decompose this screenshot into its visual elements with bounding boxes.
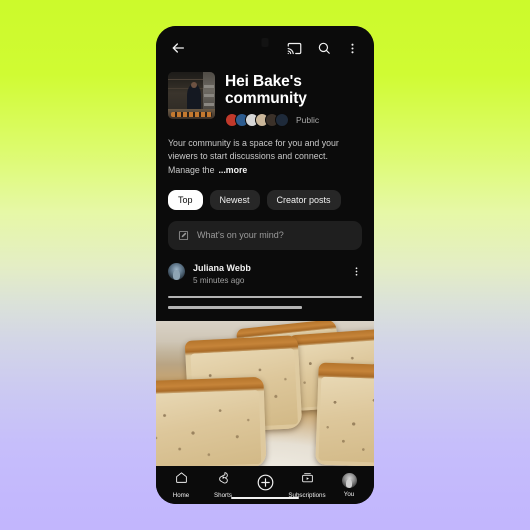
post-header: Juliana Webb 5 minutes ago — [168, 262, 362, 285]
post-author-meta: Juliana Webb 5 minutes ago — [193, 263, 351, 285]
shorts-icon — [217, 471, 230, 489]
post-timestamp: 5 minutes ago — [193, 275, 245, 285]
show-more-link[interactable]: ...more — [218, 165, 247, 175]
app-bar-overflow-icon[interactable] — [340, 36, 364, 60]
search-icon[interactable] — [312, 36, 336, 60]
community-profile-header: Hei Bake's community Public — [156, 70, 374, 127]
post-placeholder-line-1 — [168, 295, 362, 299]
nav-label-shorts: Shorts — [214, 492, 232, 499]
post-body-placeholder — [168, 295, 362, 309]
community-description[interactable]: Your community is a space for you and yo… — [156, 127, 374, 178]
member-avatar-6 — [275, 112, 289, 127]
visibility-label: Public — [296, 114, 320, 125]
screenshot-stage: Hei Bake's community Public Your communi… — [0, 0, 530, 530]
community-description-text: Your community is a space for you and yo… — [168, 137, 339, 175]
channel-thumbnail[interactable] — [168, 72, 215, 119]
phone-screen: Hei Bake's community Public Your communi… — [156, 26, 374, 504]
you-avatar-icon — [341, 472, 357, 488]
filter-chip-newest[interactable]: Newest — [209, 189, 260, 210]
thumbnail-bread-loaves — [170, 111, 213, 117]
nav-item-home[interactable]: Home — [160, 471, 202, 499]
member-facepile[interactable] — [225, 112, 289, 127]
community-title: Hei Bake's community — [225, 73, 307, 108]
post-composer[interactable]: What's on your mind? — [168, 220, 362, 250]
filter-chip-top[interactable]: Top — [168, 189, 203, 210]
home-gesture-bar — [231, 496, 299, 499]
compose-pencil-icon — [178, 230, 189, 241]
post-author-avatar[interactable] — [168, 262, 185, 280]
nav-item-create[interactable] — [244, 473, 286, 497]
profile-text-block: Hei Bake's community Public — [225, 72, 362, 127]
home-icon — [175, 471, 188, 489]
post-media-image[interactable] — [156, 320, 374, 466]
nav-label-home: Home — [172, 492, 190, 499]
bread-slice-right — [315, 362, 374, 466]
post-overflow-icon[interactable] — [351, 264, 362, 282]
nav-item-you[interactable]: You — [328, 472, 370, 498]
profile-meta-row: Public — [225, 112, 362, 127]
cast-icon[interactable] — [282, 36, 306, 60]
back-arrow-icon[interactable] — [166, 36, 190, 60]
nav-item-shorts[interactable]: Shorts — [202, 471, 244, 499]
create-plus-icon — [256, 473, 275, 497]
thumbnail-person-body — [186, 84, 201, 111]
post-author-name[interactable]: Juliana Webb — [193, 263, 351, 273]
nav-item-subscriptions[interactable]: Subscriptions — [286, 471, 328, 499]
nav-label-you: You — [343, 490, 355, 498]
app-bar — [156, 26, 374, 70]
bread-slice-front — [156, 376, 267, 466]
filter-chip-row: Top Newest Creator posts — [156, 178, 374, 210]
filter-chip-creator-posts[interactable]: Creator posts — [266, 189, 341, 210]
post-placeholder-line-2 — [168, 306, 302, 309]
camera-punch-hole — [261, 38, 269, 47]
composer-placeholder: What's on your mind? — [197, 230, 284, 241]
subscriptions-icon — [301, 471, 314, 489]
community-post: Juliana Webb 5 minutes ago — [156, 250, 374, 309]
phone-device-frame: Hei Bake's community Public Your communi… — [156, 26, 374, 504]
